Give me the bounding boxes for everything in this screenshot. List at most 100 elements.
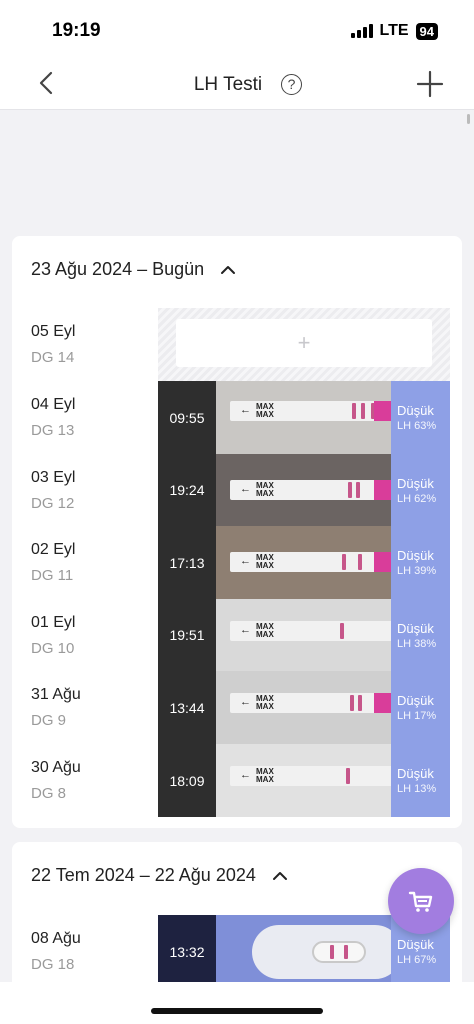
chevron-up-icon bbox=[272, 871, 287, 880]
status-indicators: LTE 94 bbox=[350, 22, 438, 40]
group-header[interactable]: 23 Ağu 2024 – Bugün bbox=[31, 259, 236, 280]
test-time: 18:09 bbox=[158, 744, 216, 817]
test-result: Düşük LH 39% bbox=[391, 526, 450, 600]
test-strip: ← MAX MAX bbox=[230, 479, 391, 500]
test-result: Düşük LH 63% bbox=[391, 381, 450, 454]
strip-max-mark: MAX MAX bbox=[256, 621, 274, 639]
test-photo[interactable]: ← MAX MAX bbox=[216, 453, 391, 527]
control-line bbox=[350, 695, 354, 712]
strip-pink-end bbox=[374, 479, 391, 500]
test-result-strip[interactable]: 19:24 ← MAX MAX Düşük LH 62% bbox=[158, 453, 450, 527]
result-label: Düşük bbox=[397, 475, 434, 491]
question-circle-icon[interactable]: ? bbox=[281, 74, 302, 95]
page-title: LH Testi bbox=[0, 74, 474, 96]
strip-arrow-mark: ← bbox=[240, 555, 251, 568]
test-time: 09:55 bbox=[158, 381, 216, 454]
strip-max-mark: MAX MAX bbox=[256, 553, 274, 571]
test-photo[interactable]: ← MAX MAX bbox=[216, 744, 391, 817]
control-line bbox=[330, 945, 334, 959]
test-row[interactable]: 02 Eyl DG 11 17:13 ← MAX MAX Düşük LH 39% bbox=[12, 526, 462, 600]
control-line bbox=[340, 622, 344, 639]
test-photo[interactable] bbox=[216, 915, 391, 988]
test-row[interactable]: 30 Ağu DG 8 18:09 ← MAX MAX Düşük LH 13% bbox=[12, 744, 462, 817]
row-cycle-day: DG 12 bbox=[31, 494, 75, 512]
group-title: 23 Ağu 2024 – Bugün bbox=[31, 259, 205, 279]
strip-arrow-mark: ← bbox=[240, 404, 251, 416]
lh-percentage: LH 62% bbox=[397, 492, 437, 505]
test-group-card: 23 Ağu 2024 – Bugün 05 Eyl DG 14 + 04 Ey… bbox=[12, 236, 462, 828]
lh-percentage: LH 38% bbox=[397, 637, 437, 650]
test-photo[interactable]: ← MAX MAX bbox=[216, 671, 391, 745]
row-cycle-day: DG 9 bbox=[31, 712, 67, 730]
test-result-strip[interactable]: 09:55 ← MAX MAX Düşük LH 63% bbox=[158, 381, 450, 454]
test-window bbox=[312, 941, 366, 963]
strip-pink-end bbox=[374, 552, 391, 573]
strip-max-mark: MAX MAX bbox=[256, 402, 274, 419]
network-type: LTE bbox=[379, 22, 409, 39]
plus-icon bbox=[416, 70, 444, 98]
test-strip: ← MAX MAX bbox=[230, 620, 391, 641]
test-strip: ← MAX MAX bbox=[230, 766, 391, 786]
test-line bbox=[358, 554, 362, 571]
test-row[interactable]: 01 Eyl DG 10 19:51 ← MAX MAX Düşük LH 38% bbox=[12, 598, 462, 672]
test-row[interactable]: 08 Ağu DG 18 13:32 Düşük LH 67% bbox=[12, 915, 462, 988]
result-label: Düşük bbox=[397, 766, 434, 781]
test-strip: ← MAX MAX bbox=[230, 401, 391, 421]
test-result-strip[interactable]: 17:13 ← MAX MAX Düşük LH 39% bbox=[158, 526, 450, 600]
test-strip: ← MAX MAX bbox=[230, 693, 391, 714]
test-line bbox=[361, 403, 365, 419]
status-bar: 19:19 LTE 94 bbox=[0, 0, 474, 60]
row-cycle-day: DG 10 bbox=[31, 639, 75, 657]
test-time: 19:24 bbox=[158, 453, 216, 527]
chevron-up-icon bbox=[221, 265, 236, 274]
add-test-button[interactable] bbox=[416, 70, 444, 98]
test-row[interactable]: 04 Eyl DG 13 09:55 ← MAX MAX Düşük LH 63% bbox=[12, 381, 462, 454]
test-time: 17:13 bbox=[158, 526, 216, 600]
shop-cart-button[interactable] bbox=[388, 868, 454, 934]
lh-percentage: LH 67% bbox=[397, 954, 437, 966]
test-time: 13:44 bbox=[158, 671, 216, 745]
result-label: Düşük bbox=[397, 693, 434, 709]
row-date: 31 Ağu bbox=[31, 686, 81, 704]
test-result: Düşük LH 62% bbox=[391, 453, 450, 527]
row-date: 01 Eyl bbox=[31, 613, 76, 631]
lh-percentage: LH 39% bbox=[397, 565, 437, 578]
row-cycle-day: DG 18 bbox=[31, 956, 75, 973]
test-line bbox=[344, 945, 348, 959]
strip-arrow-mark: ← bbox=[240, 623, 251, 636]
row-date: 02 Eyl bbox=[31, 541, 76, 559]
home-indicator bbox=[151, 1008, 323, 1014]
strip-arrow-mark: ← bbox=[240, 769, 251, 781]
control-line bbox=[346, 768, 350, 784]
strip-arrow-mark: ← bbox=[240, 482, 251, 495]
row-cycle-day: DG 13 bbox=[31, 422, 75, 439]
row-cycle-day: DG 11 bbox=[31, 567, 74, 585]
test-photo[interactable]: ← MAX MAX bbox=[216, 526, 391, 600]
test-result-strip[interactable]: 18:09 ← MAX MAX Düşük LH 13% bbox=[158, 744, 450, 817]
test-row[interactable]: 03 Eyl DG 12 19:24 ← MAX MAX Düşük LH 62% bbox=[12, 453, 462, 527]
group-header[interactable]: 22 Tem 2024 – 22 Ağu 2024 bbox=[31, 865, 288, 886]
test-photo[interactable]: ← MAX MAX bbox=[216, 381, 391, 454]
row-date: 04 Eyl bbox=[31, 396, 76, 413]
result-label: Düşük bbox=[397, 620, 434, 636]
row-date: 03 Eyl bbox=[31, 468, 76, 486]
result-label: Düşük bbox=[397, 403, 434, 418]
nav-bar: LH Testi ? bbox=[0, 60, 474, 110]
test-result-strip[interactable]: 13:44 ← MAX MAX Düşük LH 17% bbox=[158, 671, 450, 745]
strip-pink-end bbox=[374, 693, 391, 714]
lh-percentage: LH 13% bbox=[397, 783, 437, 795]
test-time: 19:51 bbox=[158, 598, 216, 672]
scrollbar[interactable] bbox=[467, 114, 470, 124]
strip-pink-end bbox=[374, 401, 391, 421]
row-date: 08 Ağu bbox=[31, 930, 81, 947]
test-photo[interactable]: ← MAX MAX bbox=[216, 598, 391, 672]
bottom-safe-area bbox=[0, 982, 474, 1024]
strip-max-mark: MAX MAX bbox=[256, 694, 274, 712]
test-result: Düşük LH 13% bbox=[391, 744, 450, 817]
lh-percentage: LH 17% bbox=[397, 710, 437, 723]
add-photo-button[interactable]: + bbox=[176, 319, 432, 367]
strip-arrow-mark: ← bbox=[240, 696, 251, 709]
test-result-strip[interactable]: 19:51 ← MAX MAX Düşük LH 38% bbox=[158, 598, 450, 672]
add-photo-tile[interactable]: + bbox=[158, 308, 450, 381]
test-row[interactable]: 31 Ağu DG 9 13:44 ← MAX MAX Düşük LH 17% bbox=[12, 671, 462, 745]
